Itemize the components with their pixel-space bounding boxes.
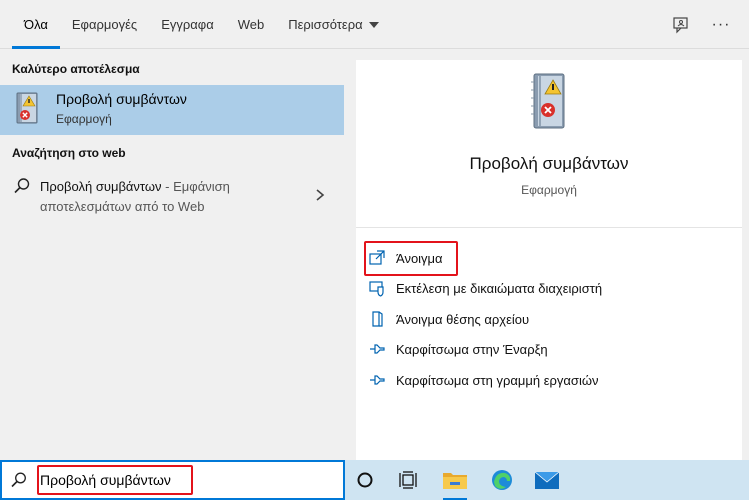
tab-documents[interactable]: Εγγραφα (149, 0, 226, 49)
action-label: Καρφίτσωμα στην Έναρξη (396, 341, 548, 357)
action-pin-to-start[interactable]: Καρφίτσωμα στην Έναρξη (368, 337, 548, 361)
mail-icon (534, 471, 560, 489)
pin-icon (368, 371, 386, 389)
tab-label: Εγγραφα (161, 17, 214, 32)
detail-app-kind: Εφαρμογή (521, 183, 577, 197)
admin-shield-icon (368, 279, 386, 297)
tab-label: Εφαρμογές (71, 17, 138, 32)
search-filter-bar: Όλα Εφαρμογές Εγγραφα Web Περισσότερα ··… (0, 0, 749, 49)
task-view-button[interactable] (386, 460, 430, 500)
action-label: Καρφίτσωμα στη γραμμή εργασιών (396, 372, 599, 388)
tab-all[interactable]: Όλα (12, 0, 60, 49)
web-result-desc-1: Εμφάνιση (173, 179, 230, 194)
file-location-icon (368, 310, 386, 328)
web-result-term: Προβολή συμβάντων (40, 179, 162, 194)
best-match-subtitle: Εφαρμογή (56, 112, 112, 126)
tab-more[interactable]: Περισσότερα (276, 0, 390, 49)
chevron-right-icon[interactable] (314, 188, 326, 202)
best-match-title: Προβολή συμβάντων (56, 91, 187, 107)
tab-web[interactable]: Web (226, 0, 277, 49)
search-input[interactable] (40, 466, 340, 494)
more-icon: ··· (711, 15, 731, 33)
detail-panel: Προβολή συμβάντων Εφαρμογή Άνοιγμα Εκτέλ… (356, 60, 742, 460)
mail-button[interactable] (525, 460, 569, 500)
tab-label: Περισσότερα (288, 17, 363, 32)
caret-down-icon (368, 21, 379, 28)
action-label: Εκτέλεση με δικαιώματα διαχειριστή (396, 280, 603, 296)
taskbar-search-box[interactable] (0, 460, 345, 500)
web-search-header: Αναζήτηση στο web (12, 146, 126, 160)
filter-tabs: Όλα Εφαρμογές Εγγραφα Web Περισσότερα (12, 0, 391, 49)
action-label: Άνοιγμα (396, 250, 443, 266)
edge-icon (492, 470, 512, 490)
open-icon (368, 249, 386, 267)
web-result-dash: - (161, 179, 174, 194)
action-label: Άνοιγμα θέσης αρχείου (396, 311, 530, 327)
best-match-header: Καλύτερο αποτέλεσμα (12, 62, 140, 76)
pin-icon (368, 340, 386, 358)
action-open-file-location[interactable]: Άνοιγμα θέσης αρχείου (368, 307, 529, 331)
event-viewer-large-icon (531, 73, 565, 129)
web-search-result[interactable]: Προβολή συμβάντων - Εμφάνιση αποτελεσμάτ… (0, 172, 344, 224)
cortana-button[interactable] (343, 460, 387, 500)
feedback-icon (673, 16, 688, 33)
action-run-as-admin[interactable]: Εκτέλεση με δικαιώματα διαχειριστή (368, 276, 602, 300)
more-options-button[interactable]: ··· (701, 5, 741, 45)
tab-apps[interactable]: Εφαρμογές (60, 0, 149, 49)
action-open[interactable]: Άνοιγμα (368, 246, 443, 270)
search-icon (11, 472, 26, 488)
feedback-button[interactable] (661, 5, 701, 45)
action-pin-to-taskbar[interactable]: Καρφίτσωμα στη γραμμή εργασιών (368, 368, 598, 392)
event-viewer-icon (16, 92, 38, 124)
edge-button[interactable] (480, 460, 524, 500)
task-view-icon (399, 471, 417, 489)
web-result-text: Προβολή συμβάντων - Εμφάνιση αποτελεσμάτ… (40, 177, 300, 217)
search-icon (14, 178, 30, 194)
top-actions: ··· (661, 0, 749, 49)
tab-label: Όλα (24, 17, 48, 32)
web-result-desc-2: αποτελεσμάτων από το Web (40, 199, 205, 214)
file-explorer-icon (443, 473, 467, 489)
cortana-icon (357, 472, 373, 488)
best-match-item[interactable]: Προβολή συμβάντων Εφαρμογή (0, 85, 344, 135)
file-explorer-button[interactable] (433, 460, 477, 500)
detail-app-name: Προβολή συμβάντων (469, 154, 629, 173)
taskbar (0, 460, 749, 500)
tab-label: Web (237, 17, 265, 32)
divider (356, 227, 742, 228)
